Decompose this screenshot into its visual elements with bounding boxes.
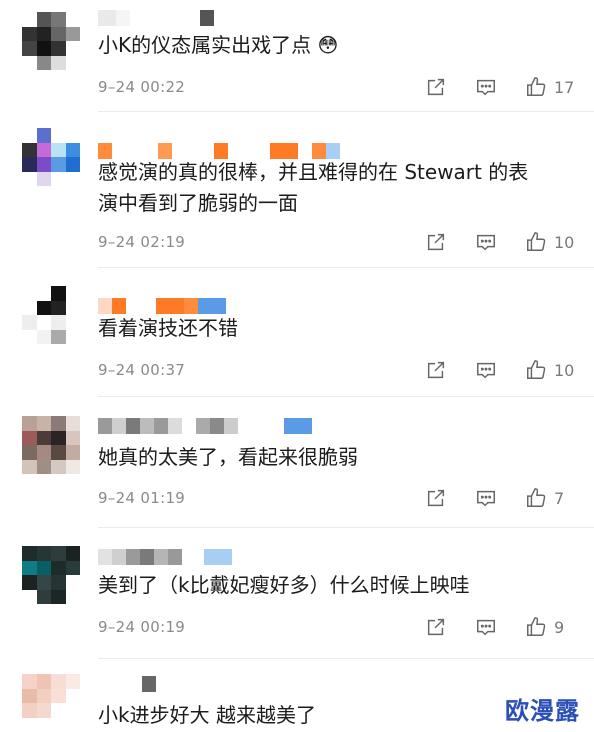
username-redacted[interactable]: [98, 418, 312, 434]
comment-time: 9–24 00:22: [98, 78, 186, 96]
share-icon[interactable]: [424, 230, 448, 254]
divider: [98, 658, 594, 659]
comment-actions: 17: [424, 75, 576, 99]
comment-meta: 9–24 01:19 7: [98, 486, 576, 510]
avatar[interactable]: [22, 674, 80, 732]
like-count: 17: [554, 77, 575, 97]
divider: [98, 111, 594, 112]
comment-actions: 9: [424, 615, 576, 639]
username-redacted[interactable]: [98, 10, 214, 26]
avatar[interactable]: [22, 12, 80, 70]
reply-icon[interactable]: [474, 358, 498, 382]
comment-actions: 7: [424, 486, 576, 510]
like-count: 10: [554, 360, 575, 380]
comment-text: 美到了（k比戴妃瘦好多）什么时候上映哇: [98, 573, 470, 597]
reply-icon[interactable]: [474, 230, 498, 254]
watermark-logo: 欧漫露: [505, 697, 580, 725]
comment-time: 9–24 01:19: [98, 489, 186, 507]
thumbs-up-icon[interactable]: [524, 75, 548, 99]
like-count: 7: [554, 488, 565, 508]
avatar[interactable]: [22, 546, 80, 604]
share-icon[interactable]: [424, 615, 448, 639]
thumbs-up-icon[interactable]: [524, 615, 548, 639]
comment-time: 9–24 00:19: [98, 618, 186, 636]
like-count: 9: [554, 617, 565, 637]
comment-meta: 9–24 02:19 10: [98, 230, 576, 254]
share-icon[interactable]: [424, 486, 448, 510]
divider: [98, 267, 594, 268]
comment-time: 9–24 02:19: [98, 233, 186, 251]
divider: [98, 396, 594, 397]
comment-text: 感觉演的真的很棒，并且难得的在 Stewart 的表 演中看到了脆弱的一面: [98, 160, 529, 215]
comment-text: 她真的太美了，看起来很脆弱: [98, 445, 358, 469]
reply-icon[interactable]: [474, 486, 498, 510]
comment-time: 9–24 00:37: [98, 361, 186, 379]
share-icon[interactable]: [424, 75, 448, 99]
avatar[interactable]: [22, 416, 80, 474]
comment-text: 小K的仪态属实出戏了点 😳: [98, 33, 339, 57]
username-redacted[interactable]: [98, 676, 156, 692]
thumbs-up-icon[interactable]: [524, 230, 548, 254]
share-icon[interactable]: [424, 358, 448, 382]
thumbs-up-icon[interactable]: [524, 486, 548, 510]
reply-icon[interactable]: [474, 75, 498, 99]
thumbs-up-icon[interactable]: [524, 358, 548, 382]
avatar[interactable]: [22, 128, 80, 186]
comment-text: 看着演技还不错: [98, 316, 238, 340]
avatar[interactable]: [22, 286, 80, 344]
comment-actions: 10: [424, 230, 576, 254]
reply-icon[interactable]: [474, 615, 498, 639]
comment-meta: 9–24 00:19 9: [98, 615, 576, 639]
username-redacted[interactable]: [98, 298, 226, 314]
comment-meta: 9–24 00:22 17: [98, 75, 576, 99]
like-count: 10: [554, 232, 575, 252]
divider: [98, 527, 594, 528]
comment-actions: 10: [424, 358, 576, 382]
comment-meta: 9–24 00:37 10: [98, 358, 576, 382]
username-redacted[interactable]: [98, 549, 232, 565]
